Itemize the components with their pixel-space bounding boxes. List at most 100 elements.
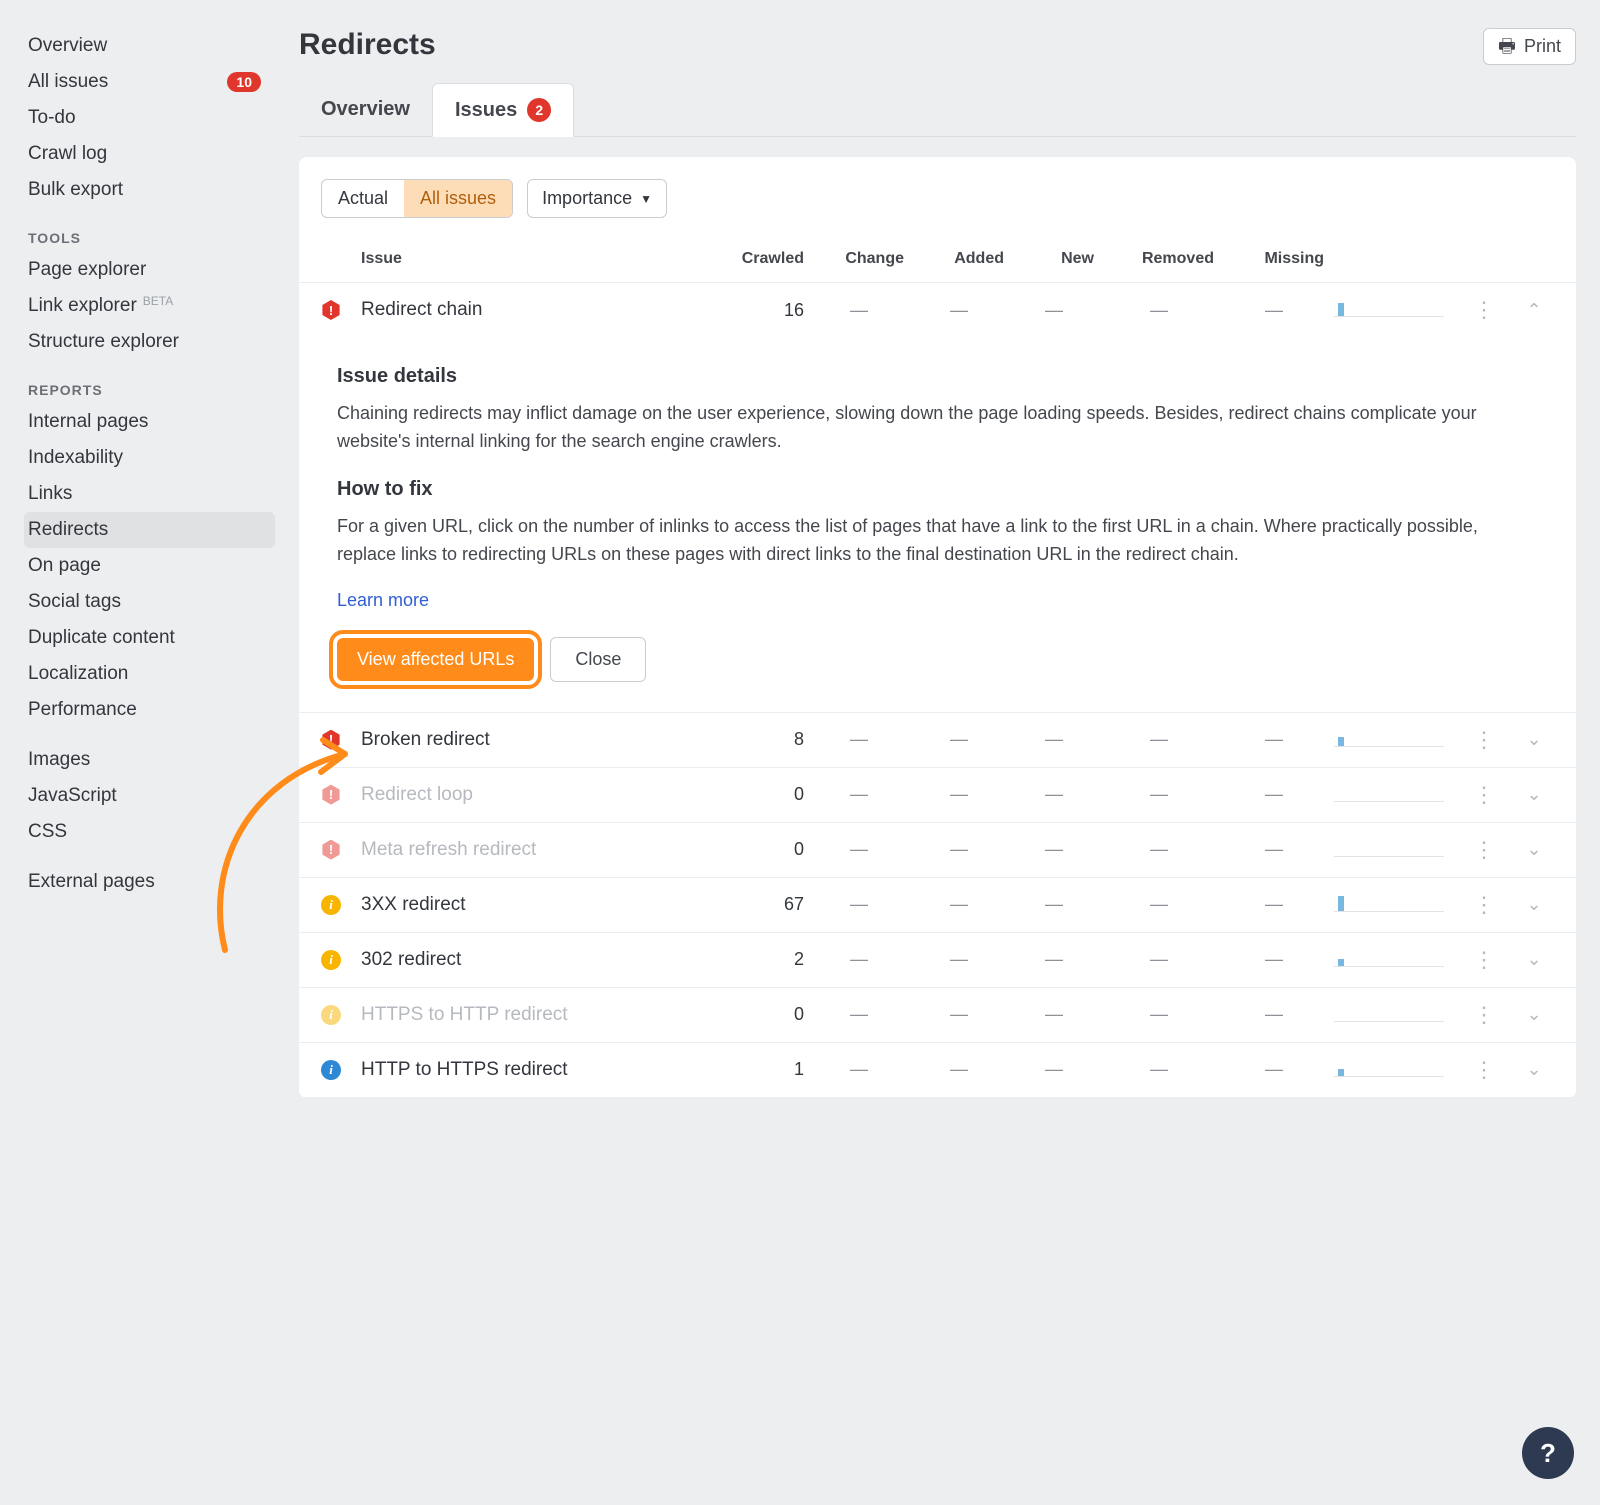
sparkline <box>1334 949 1444 971</box>
kebab-icon[interactable]: ⋮ <box>1464 297 1504 323</box>
sidebar-item-overview[interactable]: Overview <box>24 28 275 64</box>
empty-value: — <box>1104 1004 1214 1025</box>
empty-value: — <box>1014 729 1094 750</box>
table-row[interactable]: Redirect loop0—————⋮⌄ <box>299 768 1576 823</box>
sidebar-item-links[interactable]: Links <box>24 476 275 512</box>
empty-value: — <box>1014 784 1094 805</box>
crawled-value: 2 <box>714 949 804 970</box>
sidebar-item-bulk-export[interactable]: Bulk export <box>24 172 275 208</box>
col-removed: Removed <box>1104 250 1214 268</box>
empty-value: — <box>914 1059 1004 1080</box>
empty-value: — <box>1104 894 1214 915</box>
table-row[interactable]: Redirect chain16—————⋮⌃ <box>299 283 1576 337</box>
view-affected-urls-button[interactable]: View affected URLs <box>337 638 534 681</box>
empty-value: — <box>1104 784 1214 805</box>
issue-name: Redirect loop <box>361 784 704 806</box>
chevron-down-icon[interactable]: ⌄ <box>1514 729 1554 750</box>
crawled-value: 1 <box>714 1059 804 1080</box>
sparkline <box>1334 1004 1444 1026</box>
print-button[interactable]: 🖶 Print <box>1483 28 1576 65</box>
learn-more-link[interactable]: Learn more <box>337 590 429 611</box>
sidebar-item-label: CSS <box>28 821 67 843</box>
sidebar: OverviewAll issues10To-do Crawl log Bulk e… <box>0 0 275 1505</box>
sidebar-item-label: Indexability <box>28 447 123 469</box>
chevron-down-icon[interactable]: ⌄ <box>1514 1004 1554 1025</box>
sidebar-item-css[interactable]: CSS <box>24 814 275 850</box>
sidebar-item-label: Crawl log <box>28 143 107 165</box>
warn-icon <box>321 895 341 915</box>
sidebar-item-crawl-log[interactable]: Crawl log <box>24 136 275 172</box>
table-row[interactable]: Broken redirect8—————⋮⌄ <box>299 713 1576 768</box>
table-row[interactable]: Meta refresh redirect0—————⋮⌄ <box>299 823 1576 878</box>
sparkline <box>1334 299 1444 321</box>
crawled-value: 0 <box>714 839 804 860</box>
table-row[interactable]: HTTPS to HTTP redirect0—————⋮⌄ <box>299 988 1576 1043</box>
sidebar-item-all-issues[interactable]: All issues10 <box>24 64 275 100</box>
table-row[interactable]: 3XX redirect67—————⋮⌄ <box>299 878 1576 933</box>
empty-value: — <box>1014 894 1094 915</box>
col-crawled: Crawled <box>714 250 804 268</box>
table-row[interactable]: HTTP to HTTPS redirect1—————⋮⌄ <box>299 1043 1576 1098</box>
issue-name: HTTP to HTTPS redirect <box>361 1059 704 1081</box>
sidebar-item-to-do[interactable]: To-do <box>24 100 275 136</box>
print-icon: 🖶 <box>1498 37 1516 56</box>
sidebar-item-localization[interactable]: Localization <box>24 656 275 692</box>
sidebar-item-page-explorer[interactable]: Page explorer <box>24 252 275 288</box>
kebab-icon[interactable]: ⋮ <box>1464 1057 1504 1083</box>
main: Redirects 🖶 Print Overview Issues 2 Actu… <box>275 0 1600 1505</box>
empty-value: — <box>1224 784 1324 805</box>
empty-value: — <box>1104 300 1214 321</box>
kebab-icon[interactable]: ⋮ <box>1464 837 1504 863</box>
filter-actual[interactable]: Actual <box>322 180 404 217</box>
chevron-down-icon[interactable]: ⌄ <box>1514 784 1554 805</box>
sidebar-item-redirects[interactable]: Redirects <box>24 512 275 548</box>
sidebar-item-performance[interactable]: Performance <box>24 692 275 728</box>
empty-value: — <box>914 949 1004 970</box>
kebab-icon[interactable]: ⋮ <box>1464 1002 1504 1028</box>
sidebar-item-duplicate-content[interactable]: Duplicate content <box>24 620 275 656</box>
sidebar-item-label: Link explorerBETA <box>28 295 173 317</box>
crawled-value: 8 <box>714 729 804 750</box>
filter-all-issues[interactable]: All issues <box>404 180 512 217</box>
sidebar-item-label: On page <box>28 555 101 577</box>
kebab-icon[interactable]: ⋮ <box>1464 727 1504 753</box>
sparkline <box>1334 894 1444 916</box>
kebab-icon[interactable]: ⋮ <box>1464 947 1504 973</box>
empty-value: — <box>1014 949 1094 970</box>
chevron-down-icon[interactable]: ⌄ <box>1514 949 1554 970</box>
sidebar-item-images[interactable]: Images <box>24 742 275 778</box>
empty-value: — <box>814 949 904 970</box>
sidebar-item-external-pages[interactable]: External pages <box>24 864 275 900</box>
sidebar-item-javascript[interactable]: JavaScript <box>24 778 275 814</box>
sidebar-section-reports: REPORTS <box>24 360 275 404</box>
importance-dropdown[interactable]: Importance ▼ <box>527 179 667 218</box>
empty-value: — <box>1224 949 1324 970</box>
close-button[interactable]: Close <box>550 637 646 682</box>
details-heading: Issue details <box>337 365 1538 388</box>
sidebar-item-on-page[interactable]: On page <box>24 548 275 584</box>
chevron-down-icon[interactable]: ⌄ <box>1514 894 1554 915</box>
sidebar-item-label: Bulk export <box>28 179 123 201</box>
chevron-down-icon[interactable]: ⌄ <box>1514 1059 1554 1080</box>
sidebar-item-social-tags[interactable]: Social tags <box>24 584 275 620</box>
issues-panel: Actual All issues Importance ▼ Issue Cra… <box>299 157 1576 1098</box>
sidebar-item-structure-explorer[interactable]: Structure explorer <box>24 324 275 360</box>
sidebar-item-internal-pages[interactable]: Internal pages <box>24 404 275 440</box>
page-title: Redirects <box>299 28 436 62</box>
empty-value: — <box>1224 839 1324 860</box>
chevron-down-icon[interactable]: ⌄ <box>1514 839 1554 860</box>
sidebar-item-indexability[interactable]: Indexability <box>24 440 275 476</box>
col-added: Added <box>914 250 1004 268</box>
tab-issues[interactable]: Issues 2 <box>432 83 574 137</box>
table-row[interactable]: 302 redirect2—————⋮⌄ <box>299 933 1576 988</box>
sidebar-item-label: JavaScript <box>28 785 117 807</box>
kebab-icon[interactable]: ⋮ <box>1464 782 1504 808</box>
sidebar-item-link-explorer[interactable]: Link explorerBETA <box>24 288 275 324</box>
help-button[interactable]: ? <box>1522 1427 1574 1479</box>
issue-details: Issue detailsChaining redirects may infl… <box>299 337 1576 713</box>
kebab-icon[interactable]: ⋮ <box>1464 892 1504 918</box>
tab-overview[interactable]: Overview <box>299 83 432 136</box>
chevron-up-icon[interactable]: ⌃ <box>1514 300 1554 321</box>
filter-segment: Actual All issues <box>321 179 513 218</box>
sidebar-item-label: Images <box>28 749 90 771</box>
